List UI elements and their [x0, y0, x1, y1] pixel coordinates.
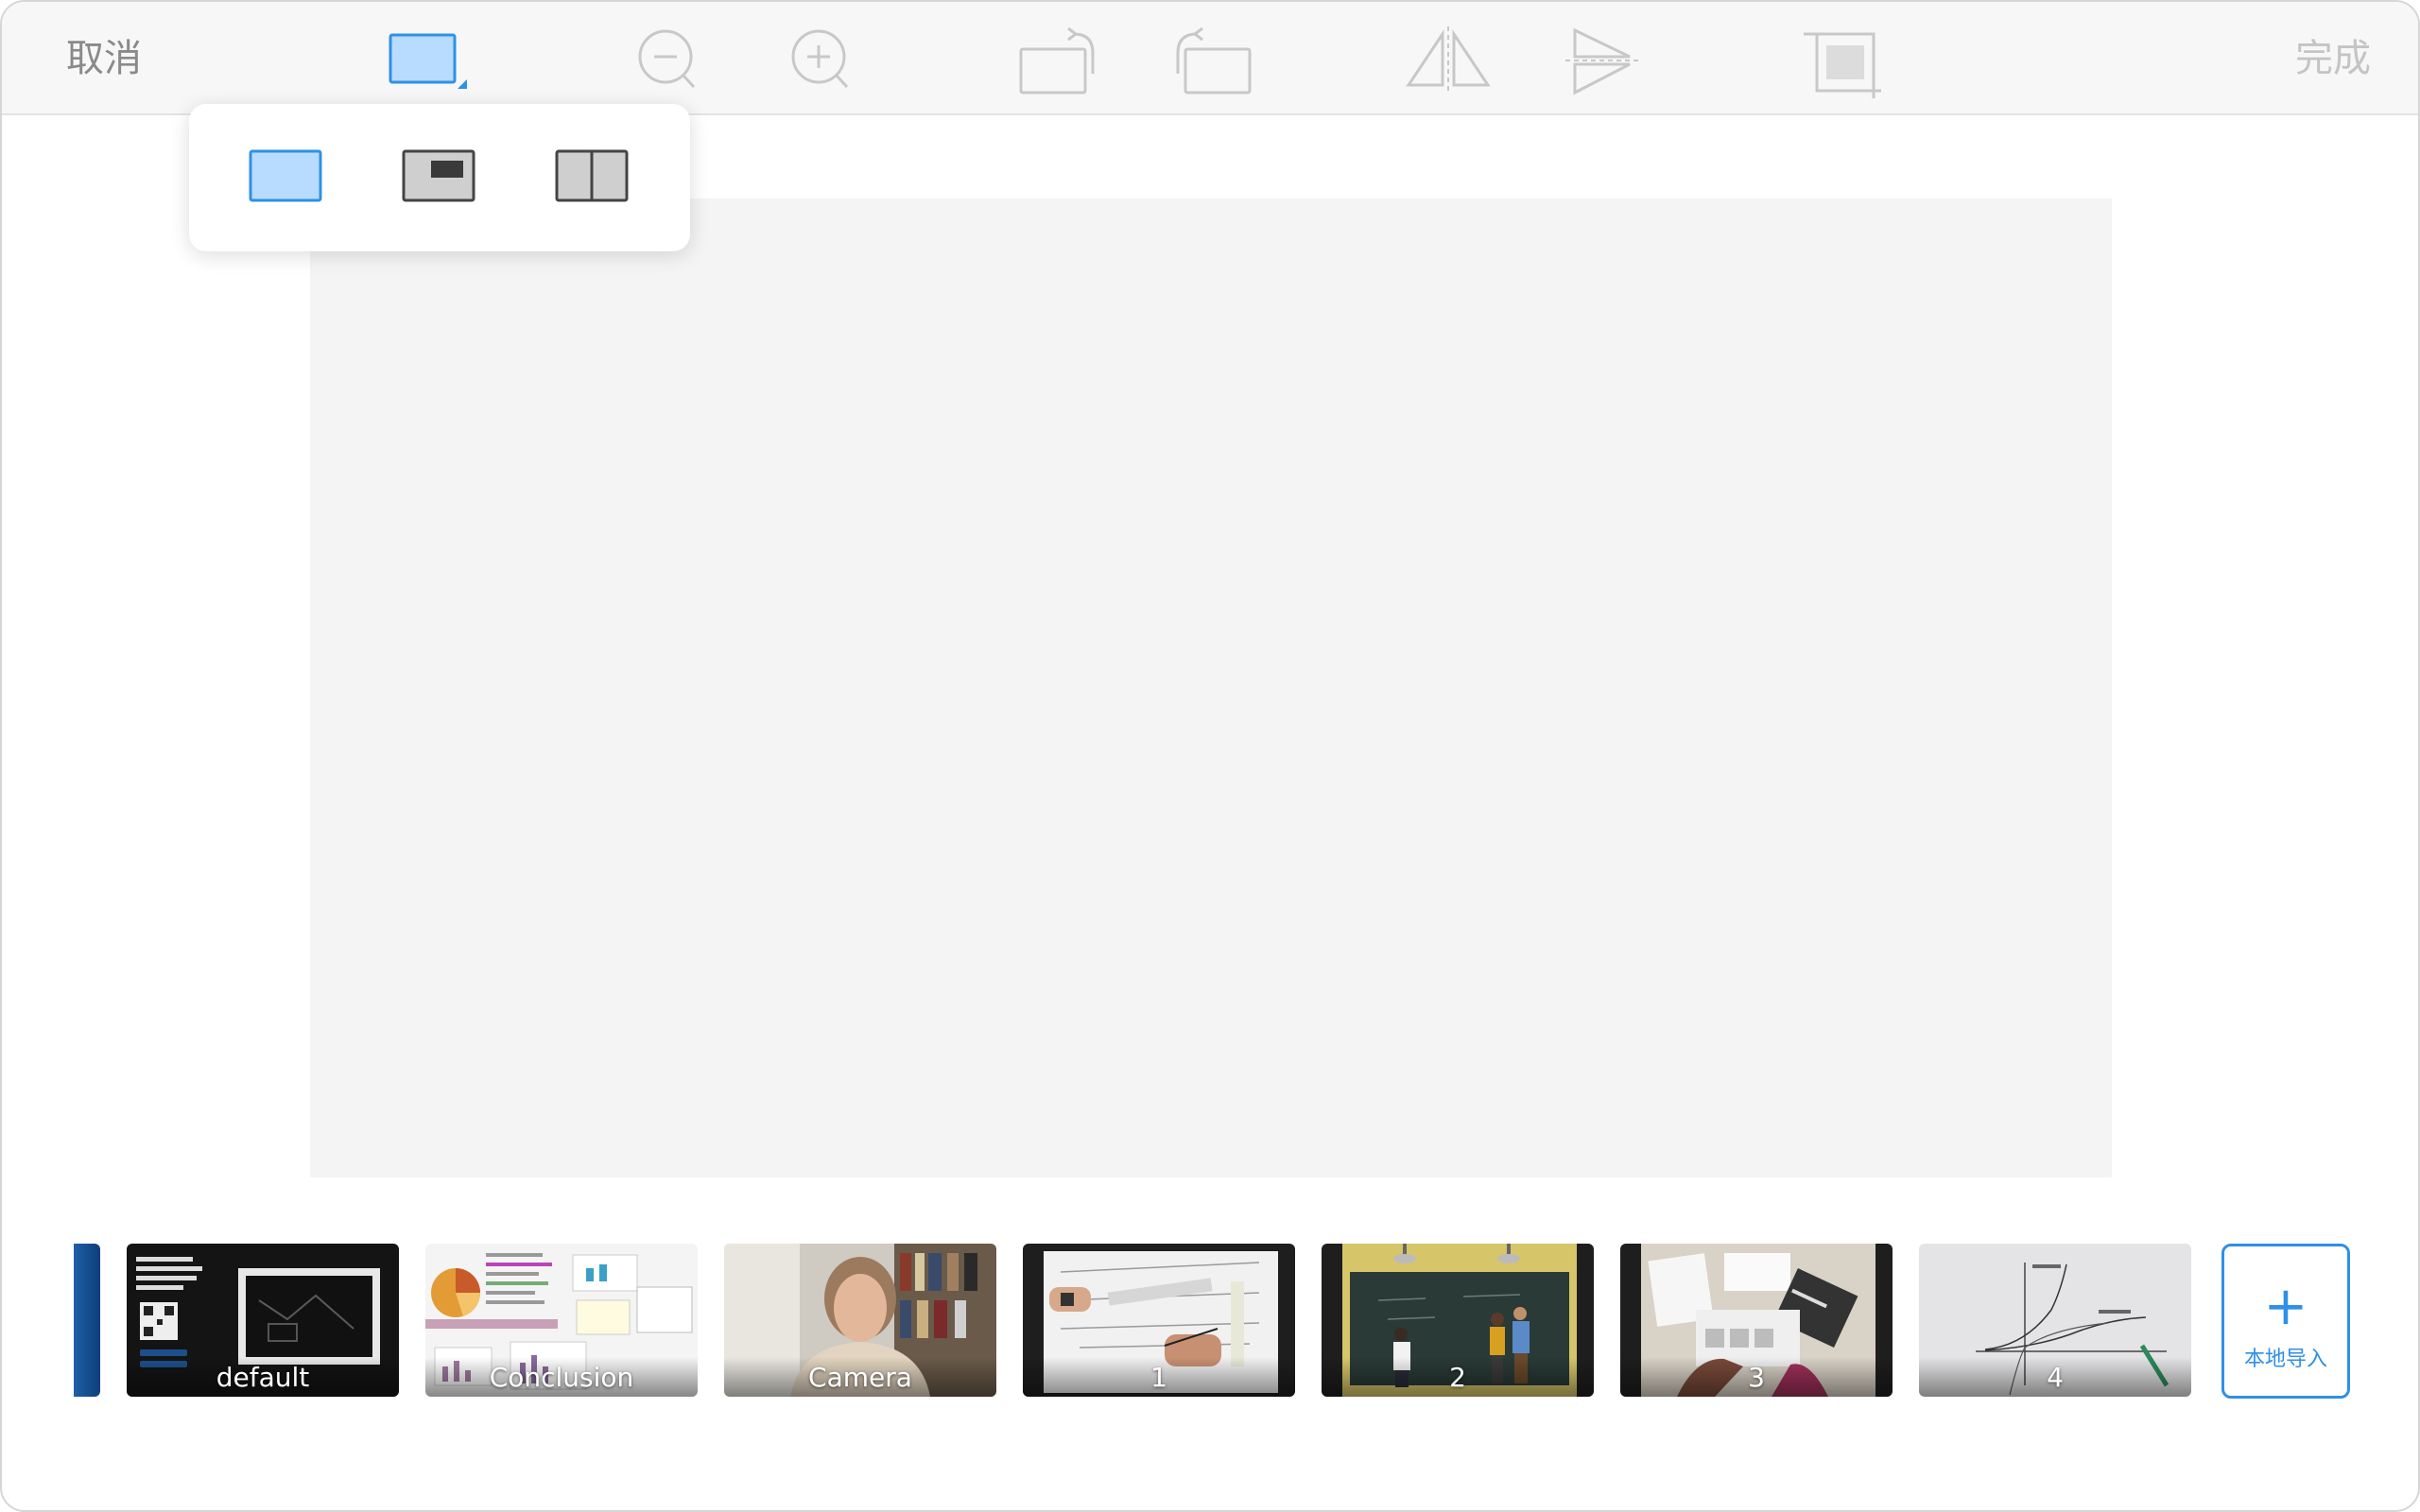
layout-mode-button[interactable] — [376, 21, 471, 100]
thumbnail-label: Camera — [808, 1362, 912, 1393]
partial-thumbnail[interactable] — [74, 1244, 100, 1397]
rotate-right-button[interactable] — [1167, 21, 1261, 100]
zoom-out-icon — [638, 29, 696, 89]
thumbnail-label: 4 — [2047, 1362, 2064, 1393]
zoom-in-button[interactable] — [773, 21, 868, 100]
thumbnail-label: 3 — [1748, 1362, 1765, 1393]
thumbnail-3[interactable]: 3 — [1620, 1244, 1893, 1397]
flip-vertical-icon — [1565, 27, 1639, 95]
layout-option-split[interactable] — [554, 147, 630, 204]
full-screen-layout-icon — [249, 149, 322, 202]
flip-horizontal-icon — [1406, 26, 1491, 94]
zoom-out-button[interactable] — [620, 21, 715, 100]
thumbnail-2[interactable]: 2 — [1322, 1244, 1594, 1397]
plus-icon: + — [2263, 1276, 2308, 1337]
layout-mode-icon — [389, 33, 467, 89]
local-import-button[interactable]: + 本地导入 — [2221, 1244, 2350, 1399]
local-import-label: 本地导入 — [2243, 1348, 2327, 1371]
toolbar: 取消 完成 — [2, 2, 2418, 115]
thumbnail-label: default — [216, 1362, 310, 1393]
side-by-side-layout-icon — [555, 149, 629, 202]
rotate-right-icon — [1176, 26, 1252, 94]
app-window: 取消 完成 default Conclusion Camera 1 2 3 4 … — [0, 0, 2420, 1512]
thumbnail-label: 2 — [1449, 1362, 1466, 1393]
thumbnail-1[interactable]: 1 — [1023, 1244, 1295, 1397]
rotate-left-icon — [1019, 26, 1095, 94]
layout-option-full[interactable] — [248, 147, 323, 204]
thumbnail-default[interactable]: default — [127, 1244, 399, 1397]
picture-in-picture-layout-icon — [402, 149, 475, 202]
rotate-left-button[interactable] — [1010, 21, 1104, 100]
crop-icon — [1804, 32, 1881, 98]
thumbnail-label: Conclusion — [489, 1362, 634, 1393]
layout-option-pip[interactable] — [401, 147, 476, 204]
thumbnail-label: 1 — [1150, 1362, 1167, 1393]
canvas-preview[interactable] — [310, 198, 2112, 1177]
flip-horizontal-button[interactable] — [1401, 21, 1495, 100]
layout-popup — [189, 104, 690, 251]
cancel-button[interactable]: 取消 — [66, 34, 142, 83]
flip-vertical-button[interactable] — [1554, 21, 1649, 100]
scene-strip: default Conclusion Camera 1 2 3 4 + 本地导入 — [2, 1244, 2418, 1399]
crop-button[interactable] — [1796, 21, 1891, 100]
thumbnail-camera[interactable]: Camera — [724, 1244, 996, 1397]
thumbnail-4[interactable]: 4 — [1919, 1244, 2191, 1397]
thumbnail-conclusion[interactable]: Conclusion — [425, 1244, 698, 1397]
done-button[interactable]: 完成 — [2295, 34, 2371, 83]
zoom-in-icon — [791, 29, 849, 89]
